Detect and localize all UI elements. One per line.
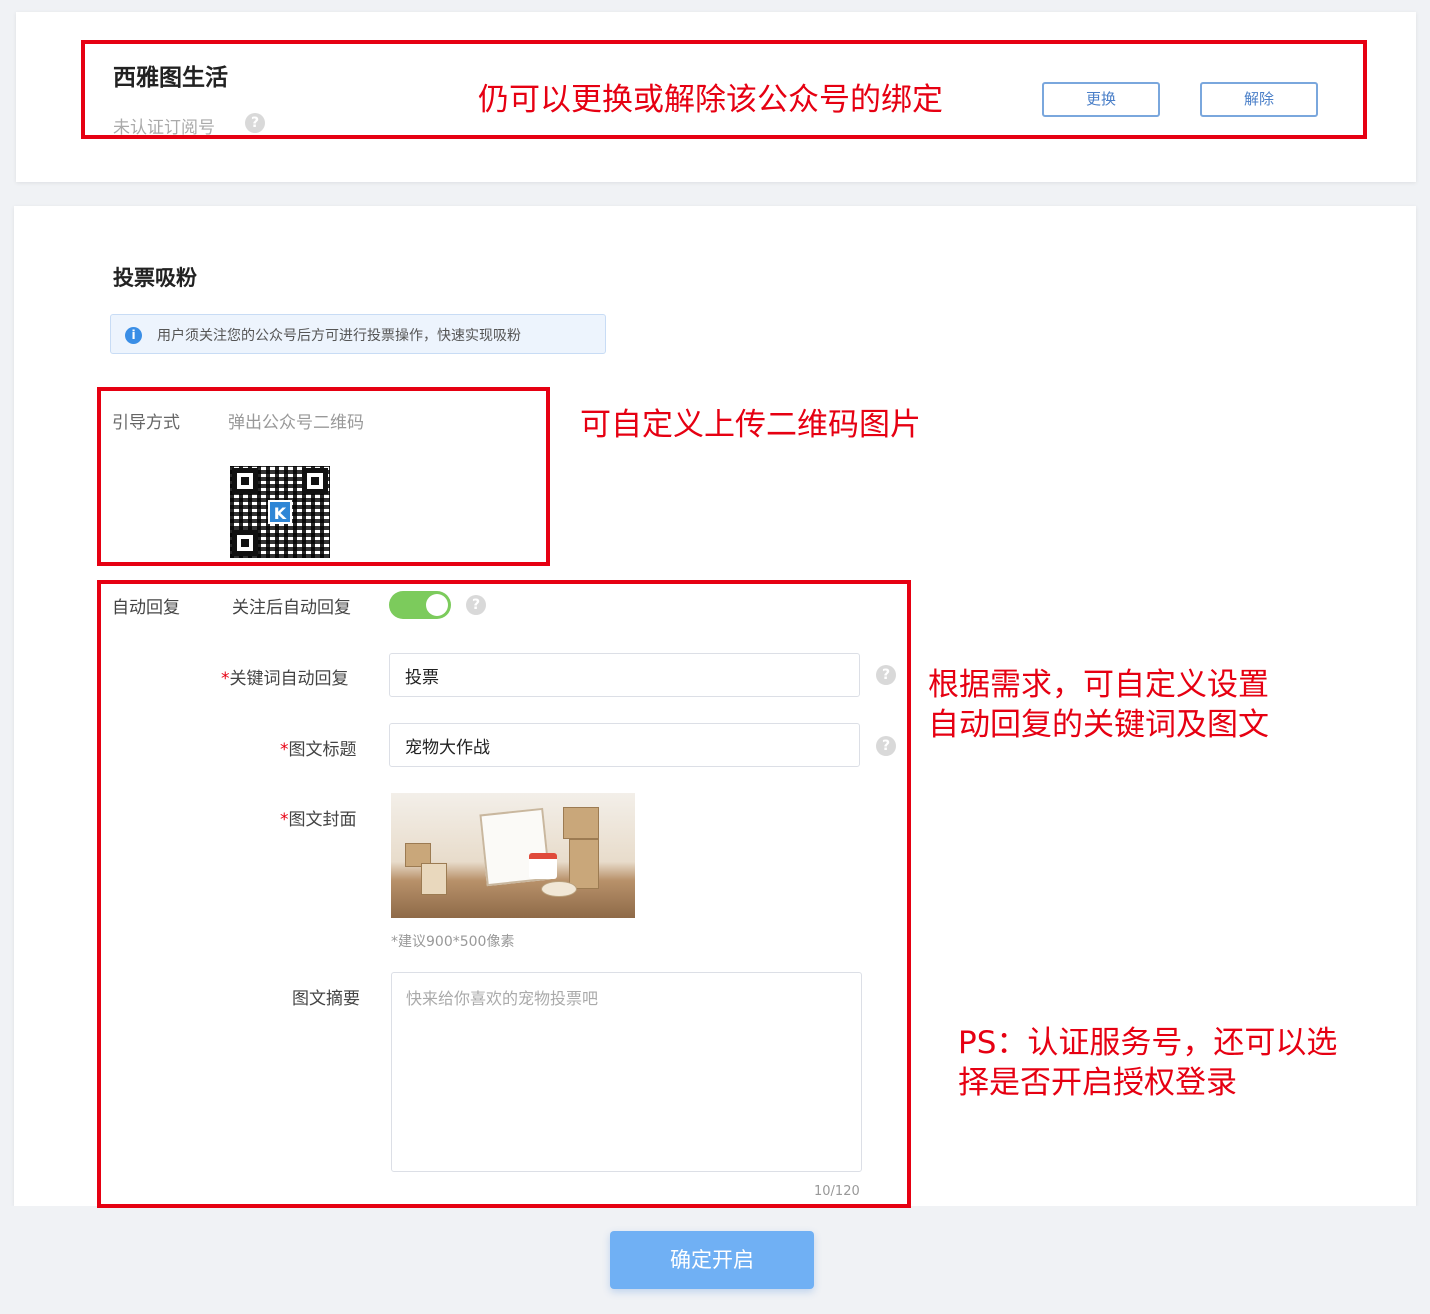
annotation-ps-line1: PS：认证服务号，还可以选 bbox=[958, 1025, 1338, 1061]
annotation-ps-line2: 择是否开启授权登录 bbox=[958, 1065, 1237, 1101]
info-circle-icon: i bbox=[125, 327, 142, 344]
section-title: 投票吸粉 bbox=[113, 266, 197, 290]
confirm-enable-button[interactable]: 确定开启 bbox=[610, 1231, 814, 1289]
annotation-reply-line2: 自动回复的关键词及图文 bbox=[928, 707, 1269, 743]
annotation-box-qrcode bbox=[97, 387, 550, 566]
annotation-box-reply bbox=[97, 580, 911, 1208]
notice-text: 用户须关注您的公众号后方可进行投票操作，快速实现吸粉 bbox=[157, 328, 521, 344]
annotation-qrcode: 可自定义上传二维码图片 bbox=[580, 407, 921, 443]
annotation-account: 仍可以更换或解除该公众号的绑定 bbox=[478, 82, 943, 118]
notice-banner: i 用户须关注您的公众号后方可进行投票操作，快速实现吸粉 bbox=[110, 314, 606, 354]
annotation-reply-line1: 根据需求，可自定义设置 bbox=[928, 667, 1269, 703]
